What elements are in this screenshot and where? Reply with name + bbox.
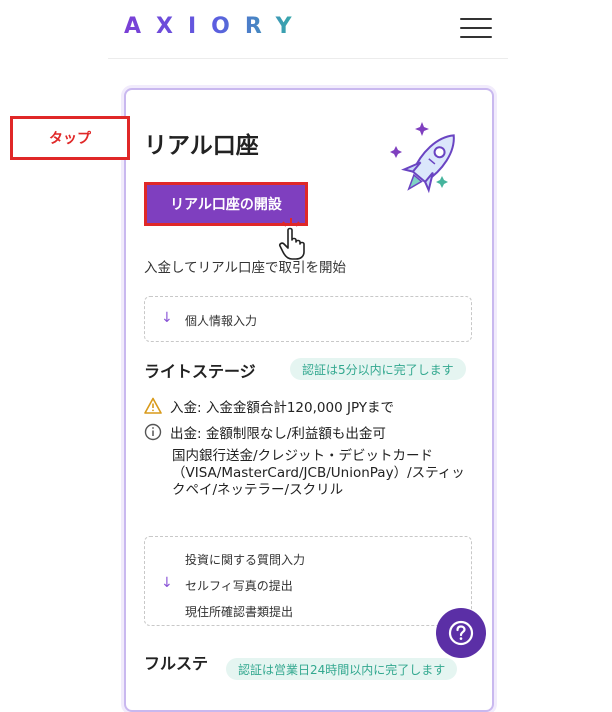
arrow-down-icon: ↓ <box>161 310 173 326</box>
full-stage-badge: 認証は営業日24時間以内に完了します <box>226 658 458 680</box>
step-personal-info: ↓ 個人情報入力 <box>144 296 472 342</box>
lite-stage-badge: 認証は5分以内に完了します <box>290 358 466 380</box>
deposit-limit: 入金: 入金金額合計120,000 JPYまで <box>144 396 394 416</box>
card-subtitle: 入金してリアル口座で取引を開始 <box>144 260 346 276</box>
rocket-icon <box>390 122 455 194</box>
tap-hand-icon <box>279 218 305 260</box>
full-stage-title: フルステ <box>144 654 209 673</box>
card-title: リアル口座 <box>144 133 259 159</box>
arrow-down-icon: ↓ <box>161 575 173 591</box>
axiory-logo[interactable]: AXIORY <box>124 14 307 39</box>
help-button[interactable] <box>436 608 486 658</box>
question-icon <box>448 620 474 646</box>
phone-screen: AXIORY リアル口座 リアル口座の開設 入金してリアル口座で取引を開始 ↓ … <box>108 0 508 712</box>
warning-icon <box>144 397 162 414</box>
step-label: 投資に関する質問入力 <box>185 553 306 567</box>
step-label: 現住所確認書類提出 <box>185 605 294 619</box>
hamburger-menu-icon[interactable] <box>460 16 492 40</box>
tap-callout: タップ <box>10 116 130 160</box>
top-header: AXIORY <box>108 0 508 59</box>
real-account-card: リアル口座 リアル口座の開設 入金してリアル口座で取引を開始 ↓ 個人情報入力 … <box>124 88 494 712</box>
info-icon <box>144 423 162 441</box>
step-verification: ↓ 投資に関する質問入力 セルフィ写真の提出 現住所確認書類提出 <box>144 536 472 626</box>
lite-stage-title: ライトステージ <box>144 362 256 381</box>
payment-methods: 国内銀行送金/クレジット・デビットカード（VISA/MasterCard/JCB… <box>172 448 465 498</box>
withdraw-info: 出金: 金額制限なし/利益額も出金可 <box>144 422 386 442</box>
step-label: 個人情報入力 <box>185 314 258 328</box>
step-label: セルフィ写真の提出 <box>185 579 293 593</box>
withdraw-text: 出金: 金額制限なし/利益額も出金可 <box>170 426 386 442</box>
deposit-text: 入金: 入金金額合計120,000 JPYまで <box>170 400 395 416</box>
